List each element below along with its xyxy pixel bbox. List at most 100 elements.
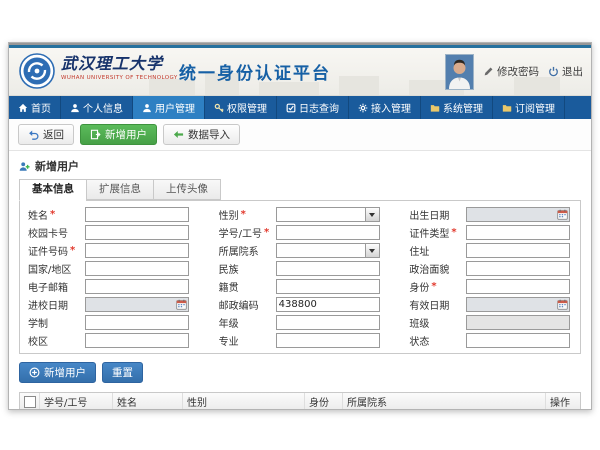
nav-item-system-management[interactable]: 系统管理 <box>421 96 493 119</box>
key-icon <box>214 103 224 113</box>
field-label: 有效日期 <box>409 297 449 312</box>
university-logo <box>19 53 55 89</box>
major-input[interactable] <box>276 333 380 348</box>
import-arrow-icon <box>173 129 184 140</box>
user-table: 学号/工号 姓名 性别 身份 所属院系 操作 <box>19 392 581 409</box>
tab-basic-info[interactable]: 基本信息 <box>19 179 86 201</box>
calendar-icon[interactable] <box>557 299 568 310</box>
submit-label: 新增用户 <box>44 365 86 380</box>
status-input[interactable] <box>466 333 570 348</box>
ethnicity-input[interactable] <box>276 261 380 276</box>
tab-upload-avatar[interactable]: 上传头像 <box>153 179 221 200</box>
student-id-input[interactable] <box>276 225 380 240</box>
field-label: 进校日期 <box>28 297 68 312</box>
field-ethnicity: 民族 <box>219 261 382 276</box>
field-name: 姓名* <box>28 207 191 222</box>
gear-icon <box>358 103 368 113</box>
school-system-input[interactable] <box>85 315 189 330</box>
grade-input[interactable] <box>276 315 380 330</box>
field-country: 国家/地区 <box>28 261 191 276</box>
nav-item-access-management[interactable]: 接入管理 <box>349 96 421 119</box>
nav-label: 个人信息 <box>83 100 123 115</box>
native-place-input[interactable] <box>276 279 380 294</box>
add-user-toolbar-button[interactable]: 新增用户 <box>80 124 157 145</box>
main-nav: 首页 个人信息 用户管理 权限管理 日志查询 接入管理 系统管理 订阅管理 <box>9 96 591 119</box>
field-class: 班级 <box>409 315 572 330</box>
email-input[interactable] <box>85 279 189 294</box>
avatar <box>445 54 474 90</box>
logout-link[interactable]: 退出 <box>548 64 583 79</box>
reset-button[interactable]: 重置 <box>102 362 143 383</box>
country-input[interactable] <box>85 261 189 276</box>
field-label: 学号/工号 <box>219 225 262 240</box>
class-input[interactable] <box>466 315 570 330</box>
nav-item-user-management[interactable]: 用户管理 <box>133 96 205 119</box>
id-number-input[interactable] <box>85 243 189 258</box>
field-address: 住址 <box>409 243 572 258</box>
id-type-input[interactable] <box>466 225 570 240</box>
nav-item-home[interactable]: 首页 <box>9 96 61 119</box>
field-label: 学制 <box>28 315 48 330</box>
gender-select[interactable] <box>276 207 380 222</box>
data-import-button[interactable]: 数据导入 <box>163 124 240 145</box>
new-document-icon <box>90 129 101 140</box>
nav-item-permission-management[interactable]: 权限管理 <box>205 96 277 119</box>
nav-label: 权限管理 <box>227 100 267 115</box>
submit-add-user-button[interactable]: 新增用户 <box>19 362 96 383</box>
field-campus-card: 校园卡号 <box>28 225 191 240</box>
campus-card-input[interactable] <box>85 225 189 240</box>
field-entry-date: 进校日期 <box>28 297 191 312</box>
nav-item-subscription-management[interactable]: 订阅管理 <box>493 96 565 119</box>
column-gender: 性别 <box>183 393 305 409</box>
birth-date-input[interactable] <box>466 207 570 222</box>
power-icon <box>548 66 559 77</box>
column-actions: 操作 <box>546 393 580 409</box>
back-button[interactable]: 返回 <box>18 124 74 145</box>
column-department: 所属院系 <box>343 393 546 409</box>
calendar-icon[interactable] <box>176 299 187 310</box>
reset-label: 重置 <box>112 365 133 380</box>
field-label: 籍贯 <box>219 279 239 294</box>
postal-code-input[interactable] <box>276 297 380 312</box>
change-password-link[interactable]: 修改密码 <box>483 64 539 79</box>
entry-date-input[interactable] <box>85 297 189 312</box>
address-input[interactable] <box>466 243 570 258</box>
campus-input[interactable] <box>85 333 189 348</box>
nav-label: 系统管理 <box>443 100 483 115</box>
valid-date-input[interactable] <box>466 297 570 312</box>
field-label: 出生日期 <box>409 207 449 222</box>
field-label: 所属院系 <box>219 243 259 258</box>
nav-item-personal-info[interactable]: 个人信息 <box>61 96 133 119</box>
select-all-cell <box>20 393 40 409</box>
field-label: 证件号码 <box>28 243 68 258</box>
field-major: 专业 <box>219 333 382 348</box>
field-identity: 身份* <box>409 279 572 294</box>
calendar-icon[interactable] <box>557 209 568 220</box>
nav-label: 用户管理 <box>155 100 195 115</box>
required-asterisk: * <box>70 245 75 256</box>
identity-input[interactable] <box>466 279 570 294</box>
field-postal-code: 邮政编码 <box>219 297 382 312</box>
field-label: 证件类型 <box>409 225 449 240</box>
user-bar: 修改密码 退出 <box>445 48 583 95</box>
column-name: 姓名 <box>113 393 183 409</box>
select-all-checkbox[interactable] <box>24 396 36 408</box>
field-political-status: 政治面貌 <box>409 261 572 276</box>
name-input[interactable] <box>85 207 189 222</box>
home-icon <box>18 103 28 113</box>
political-status-input[interactable] <box>466 261 570 276</box>
chevron-down-icon[interactable] <box>365 244 379 257</box>
field-label: 校区 <box>28 333 48 348</box>
chevron-down-icon[interactable] <box>365 208 379 221</box>
tab-extended-info[interactable]: 扩展信息 <box>86 179 153 200</box>
field-native-place: 籍贯 <box>219 279 382 294</box>
nav-label: 订阅管理 <box>515 100 555 115</box>
nav-item-log-query[interactable]: 日志查询 <box>277 96 349 119</box>
section-title: 新增用户 <box>9 151 591 178</box>
required-asterisk: * <box>50 209 55 220</box>
field-valid-date: 有效日期 <box>409 297 572 312</box>
department-select[interactable] <box>276 243 380 258</box>
change-password-label: 修改密码 <box>497 64 539 79</box>
field-label: 电子邮箱 <box>28 279 68 294</box>
university-name-en: WUHAN UNIVERSITY OF TECHNOLOGY <box>61 75 178 81</box>
